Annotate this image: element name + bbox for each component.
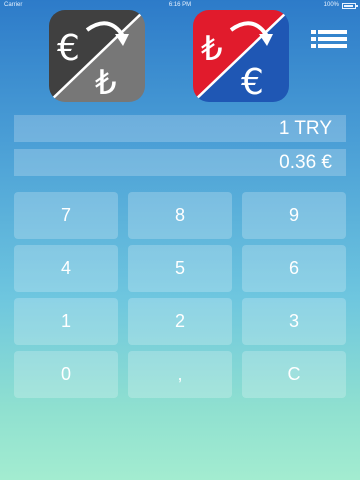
- key-2[interactable]: 2: [128, 298, 232, 345]
- clock: 6:16 PM: [168, 2, 192, 8]
- key-6[interactable]: 6: [242, 245, 346, 292]
- lira-to-euro-button[interactable]: ₺ €: [193, 10, 289, 102]
- battery-indicator: 100%: [323, 0, 358, 11]
- menu-button[interactable]: [311, 30, 347, 48]
- key-9[interactable]: 9: [242, 192, 346, 239]
- key-8[interactable]: 8: [128, 192, 232, 239]
- lira-to-euro-icon: ₺ €: [193, 10, 289, 102]
- list-menu-icon: [311, 30, 347, 48]
- key-5[interactable]: 5: [128, 245, 232, 292]
- key-4[interactable]: 4: [14, 245, 118, 292]
- svg-text:₺: ₺: [201, 29, 223, 69]
- battery-icon: [342, 2, 358, 9]
- key-decimal[interactable]: ,: [128, 351, 232, 398]
- key-3[interactable]: 3: [242, 298, 346, 345]
- result-display: 0.36 €: [14, 149, 346, 176]
- euro-to-lira-button[interactable]: € ₺: [49, 10, 145, 102]
- svg-text:₺: ₺: [95, 63, 117, 102]
- svg-text:€: €: [57, 28, 80, 69]
- svg-text:€: €: [241, 62, 264, 102]
- key-7[interactable]: 7: [14, 192, 118, 239]
- status-bar: Carrier 6:16 PM 100%: [0, 0, 360, 11]
- key-0[interactable]: 0: [14, 351, 118, 398]
- input-display: 1 TRY: [14, 115, 346, 142]
- key-clear[interactable]: C: [242, 351, 346, 398]
- key-1[interactable]: 1: [14, 298, 118, 345]
- euro-to-lira-icon: € ₺: [49, 10, 145, 102]
- battery-percent: 100%: [323, 2, 339, 8]
